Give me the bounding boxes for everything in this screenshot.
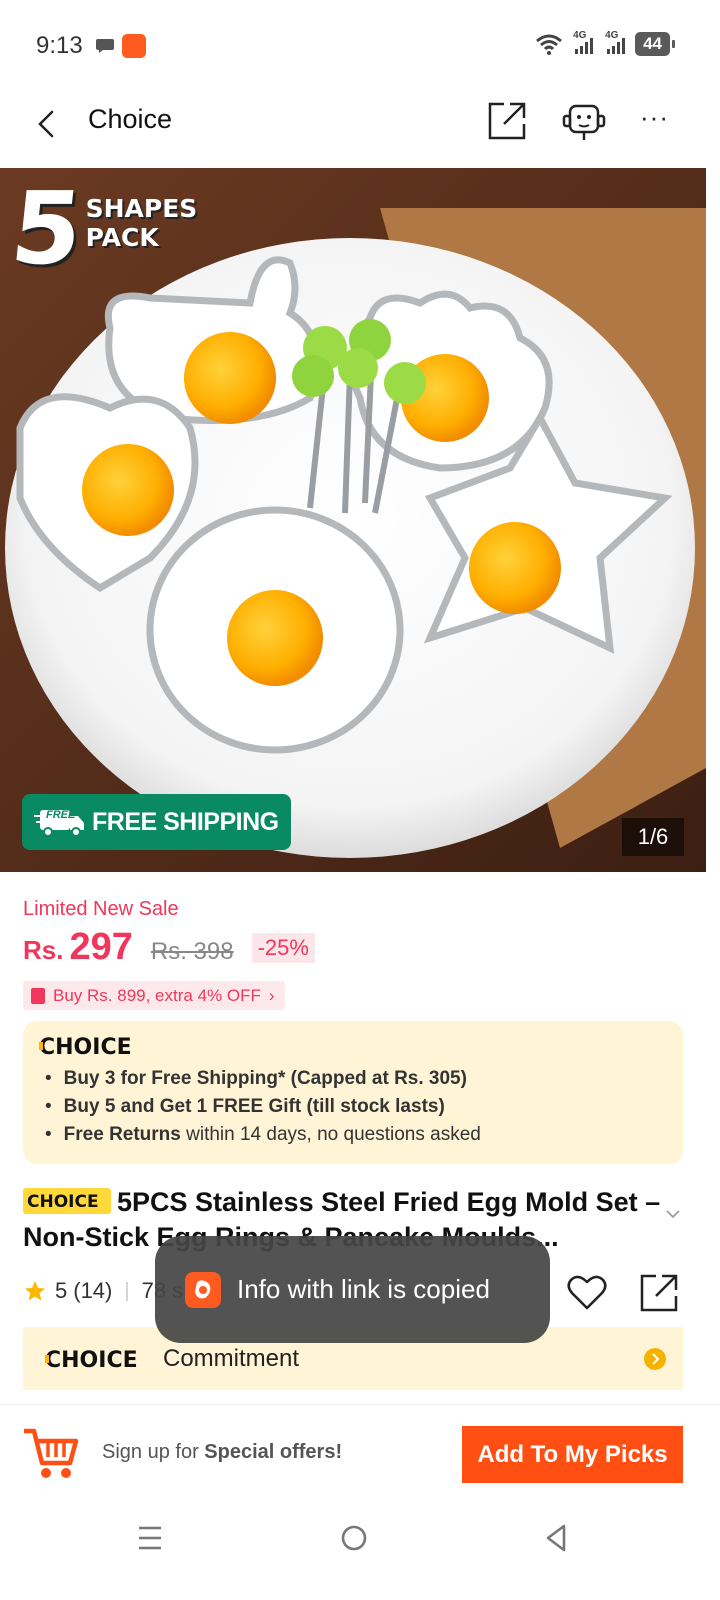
choice-logo: CHOICE: [39, 1035, 132, 1059]
badge-number: 5: [5, 170, 88, 287]
free-shipping-badge: FREE FREE SHIPPING: [22, 794, 291, 850]
benefit-item: Buy 3 for Free Shipping* (Capped at Rs. …: [45, 1065, 481, 1093]
choice-benefits-box[interactable]: CHOICE Buy 3 for Free Shipping* (Capped …: [23, 1021, 683, 1164]
battery-indicator: 44: [635, 32, 675, 56]
commitment-label: Commitment: [163, 1344, 300, 1372]
promo-strip[interactable]: Buy Rs. 899, extra 4% OFF ›: [23, 981, 285, 1010]
badge-line-2: PACK: [85, 223, 159, 252]
signup-highlight: Special offers!: [204, 1441, 343, 1463]
share-icon[interactable]: [638, 1272, 680, 1314]
divider: |: [124, 1279, 130, 1302]
badge-line-1: SHAPES: [85, 194, 198, 223]
commit-logo-text: CHOICE: [45, 1348, 138, 1372]
toast-notification: Info with link is copied: [155, 1236, 550, 1343]
signal-2-icon: 4G: [603, 30, 627, 56]
current-price: 297: [69, 926, 133, 968]
svg-text:CHOICE: CHOICE: [27, 1192, 99, 1212]
wifi-icon: [536, 34, 563, 55]
share-icon[interactable]: [486, 100, 528, 142]
chevron-down-icon[interactable]: [664, 1208, 682, 1220]
choice-tag: CHOICE: [23, 1187, 111, 1214]
more-options-icon[interactable]: ···: [640, 102, 680, 138]
app-header: Choice ···: [0, 90, 720, 170]
benefit-item: Buy 5 and Get 1 FREE Gift (till stock la…: [45, 1093, 481, 1121]
cart-icon[interactable]: [22, 1425, 80, 1483]
arrow-right-circle-icon: [644, 1348, 666, 1370]
image-counter: 1/6: [622, 818, 684, 856]
bottom-action-bar: Sign up for Special offers! Add To My Pi…: [0, 1404, 720, 1504]
page-title: Choice: [88, 104, 173, 134]
home-icon[interactable]: [334, 1518, 374, 1558]
status-time: 9:13: [36, 32, 83, 59]
customer-service-icon[interactable]: [560, 100, 608, 144]
chat-bubble-icon: [96, 39, 114, 53]
heart-icon[interactable]: [566, 1272, 608, 1312]
coupon-icon: [31, 987, 45, 1004]
back-icon[interactable]: [536, 1518, 576, 1558]
free-icon-text: FREE: [46, 809, 76, 821]
signup-prompt[interactable]: Sign up for Special offers!: [102, 1441, 342, 1464]
choice-benefits-list: Buy 3 for Free Shipping* (Capped at Rs. …: [45, 1065, 481, 1149]
currency: Rs.: [23, 935, 64, 965]
add-to-picks-button[interactable]: Add To My Picks: [462, 1426, 683, 1483]
signup-prefix: Sign up for: [102, 1441, 205, 1463]
app-logo-icon: [185, 1271, 221, 1308]
rating-value: 5: [55, 1278, 68, 1303]
benefit-item: Free Returns within 14 days, no question…: [45, 1121, 481, 1149]
signal-1-icon: 4G: [571, 30, 595, 56]
menu-icon[interactable]: [130, 1518, 170, 1558]
toast-message: Info with link is copied: [237, 1274, 490, 1304]
review-count: (14): [73, 1278, 113, 1303]
app-notification-icon: [122, 34, 146, 58]
choice-logo: CHOICE: [45, 1348, 138, 1372]
original-price: Rs. 398: [150, 938, 234, 965]
status-bar: 9:13 4G 4G 44: [0, 0, 720, 90]
free-shipping-label: FREE SHIPPING: [92, 807, 279, 836]
chevron-right-icon: ›: [268, 985, 275, 1005]
five-shapes-badge: 5 SHAPES PACK: [6, 170, 198, 287]
sale-label: Limited New Sale: [23, 898, 179, 920]
promo-text: Buy Rs. 899, extra 4% OFF: [53, 985, 261, 1005]
star-icon: [25, 1281, 45, 1301]
back-arrow-icon[interactable]: [30, 106, 66, 142]
system-nav-bar: [0, 1504, 720, 1600]
choice-logo-text: CHOICE: [39, 1035, 132, 1059]
price-row: Rs. 297 Rs. 398 -25%: [23, 926, 315, 969]
discount-badge: -25%: [251, 933, 315, 963]
status-indicators: 4G 4G 44: [535, 30, 675, 56]
